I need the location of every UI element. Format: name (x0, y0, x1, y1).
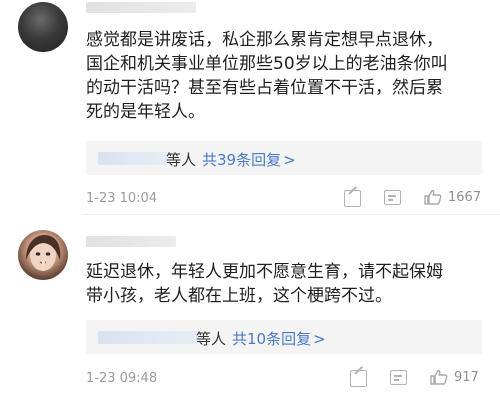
reply-users-blurred (98, 152, 168, 165)
comment-timestamp: 1-23 09:48 (86, 371, 158, 386)
reply-prefix: 等人 (196, 330, 227, 348)
comment-item: 感觉都是讲废话，私企那么累肯定想早点退休， 国企和机关事业单位那些50岁以上的老… (0, 0, 500, 212)
chevron-right-icon: > (313, 330, 326, 348)
chevron-right-icon: > (283, 151, 296, 169)
comment-icon (384, 190, 401, 205)
avatar[interactable] (18, 2, 68, 52)
thumbs-up-icon (424, 189, 442, 205)
comment-timestamp: 1-23 10:04 (86, 191, 158, 206)
like-count: 917 (454, 369, 479, 385)
comment-text: 感觉都是讲废话，私企那么累肯定想早点退休， 国企和机关事业单位那些50岁以上的老… (86, 30, 448, 122)
replies-preview[interactable]: 等人 共10条回复 > (86, 320, 482, 354)
comment-icon (390, 370, 407, 385)
reply-button[interactable] (384, 190, 401, 205)
username-blurred[interactable] (86, 2, 196, 13)
share-button[interactable] (350, 370, 367, 387)
replies-preview[interactable]: 等人 共39条回复 > (86, 141, 482, 175)
comment-item: 延迟退休，年轻人更加不愿意生育，请不起保姆 带小孩，老人都在上班，这个梗跨不过。… (0, 218, 500, 401)
replies-summary[interactable]: 等人 共10条回复 > (196, 328, 326, 349)
share-icon (344, 190, 361, 207)
comment-text: 延迟退休，年轻人更加不愿意生育，请不起保姆 带小孩，老人都在上班，这个梗跨不过。 (86, 262, 443, 306)
divider (82, 214, 500, 215)
reply-button[interactable] (390, 370, 407, 385)
thumbs-up-icon (430, 369, 448, 385)
share-button[interactable] (344, 190, 361, 207)
like-button[interactable]: 917 (430, 369, 479, 385)
share-icon (350, 370, 367, 387)
replies-summary[interactable]: 等人 共39条回复 > (166, 149, 296, 170)
reply-prefix: 等人 (166, 151, 197, 169)
like-count: 1667 (448, 189, 482, 205)
avatar[interactable] (18, 230, 68, 280)
username-blurred[interactable] (86, 236, 176, 247)
reply-count-link[interactable]: 共10条回复 (232, 330, 311, 348)
reply-count-link[interactable]: 共39条回复 (202, 151, 281, 169)
reply-users-blurred (98, 331, 198, 344)
avatar-portrait (26, 235, 61, 271)
like-button[interactable]: 1667 (424, 189, 481, 205)
